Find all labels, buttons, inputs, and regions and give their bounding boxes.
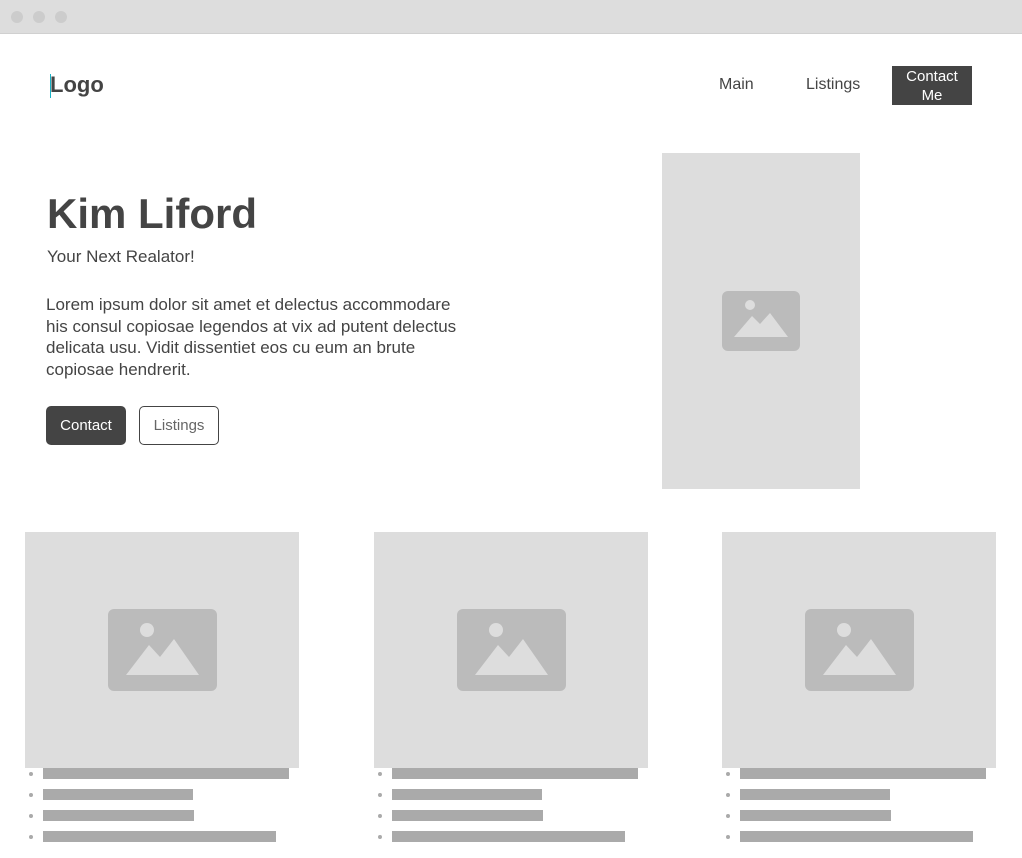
list-item-placeholder [43,768,289,779]
list-item-placeholder [43,810,194,821]
list-bullet [378,814,382,818]
contact-button[interactable]: Contact [46,406,126,445]
list-item-placeholder [43,789,193,800]
list-item-placeholder [740,789,890,800]
image-placeholder-icon [805,609,914,691]
hero-description: Lorem ipsum dolor sit amet et delectus a… [46,295,457,379]
list-item-placeholder [740,831,973,842]
text-cursor [50,74,51,98]
list-bullet [378,835,382,839]
list-bullet [726,772,730,776]
nav-contact-label: Contact Me [906,67,958,105]
image-placeholder-icon [457,609,566,691]
list-item-placeholder [392,810,543,821]
list-item-placeholder [43,831,276,842]
list-bullet [29,793,33,797]
list-item-placeholder [740,768,986,779]
list-bullet [726,835,730,839]
listing-card-2-image[interactable] [374,532,648,768]
nav-contact-label-line1: Contact [906,67,958,85]
nav-contact-button[interactable]: Contact Me [892,66,972,105]
listings-button[interactable]: Listings [139,406,219,445]
window-close-dot[interactable] [11,11,23,23]
list-item-placeholder [392,831,625,842]
nav-contact-label-line2: Me [921,86,943,104]
hero-subtitle: Your Next Realator! [47,247,195,266]
list-bullet [29,814,33,818]
window-maximize-dot[interactable] [55,11,67,23]
window-minimize-dot[interactable] [33,11,45,23]
list-bullet [29,772,33,776]
list-item-placeholder [740,810,891,821]
browser-titlebar [0,0,1022,34]
hero-image-placeholder [662,153,860,489]
list-bullet [29,835,33,839]
image-placeholder-icon [722,291,800,351]
listing-card-3-image[interactable] [722,532,996,768]
list-bullet [378,793,382,797]
nav-listings-link[interactable]: Listings [806,76,860,94]
listing-card-1-image[interactable] [25,532,299,768]
list-bullet [726,793,730,797]
image-placeholder-icon [108,609,217,691]
list-bullet [726,814,730,818]
list-bullet [378,772,382,776]
list-item-placeholder [392,789,542,800]
nav-main-link[interactable]: Main [719,76,754,94]
site-logo[interactable]: Logo [50,72,104,98]
hero-title: Kim Liford [47,190,257,237]
list-item-placeholder [392,768,638,779]
